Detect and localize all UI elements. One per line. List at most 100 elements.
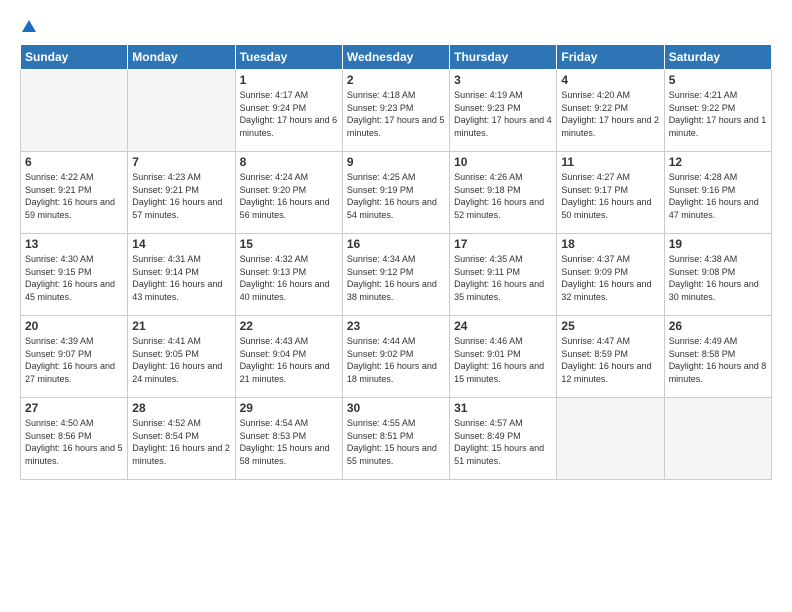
cell-info: Sunrise: 4:22 AM Sunset: 9:21 PM Dayligh… bbox=[25, 171, 123, 221]
calendar-cell: 21 Sunrise: 4:41 AM Sunset: 9:05 PM Dayli… bbox=[128, 316, 235, 398]
day-number: 6 bbox=[25, 155, 123, 169]
day-number: 18 bbox=[561, 237, 659, 251]
logo-icon bbox=[21, 18, 37, 34]
calendar-cell: 29Sunrise: 4:54 AM Sunset: 8:53 PM Dayli… bbox=[235, 398, 342, 480]
col-header-saturday: Saturday bbox=[664, 45, 771, 70]
calendar-table: SundayMondayTuesdayWednesdayThursdayFrid… bbox=[20, 44, 772, 480]
day-number: 19 bbox=[669, 237, 767, 251]
calendar-cell: 3 Sunrise: 4:19 AM Sunset: 9:23 PM Daylig… bbox=[450, 70, 557, 152]
cell-info: Sunrise: 4:30 AM Sunset: 9:15 PM Dayligh… bbox=[25, 253, 123, 303]
cell-info: Sunrise: 4:37 AM Sunset: 9:09 PM Dayligh… bbox=[561, 253, 659, 303]
day-number: 16 bbox=[347, 237, 445, 251]
day-number: 12 bbox=[669, 155, 767, 169]
calendar-cell: 11 Sunrise: 4:27 AM Sunset: 9:17 PM Dayli… bbox=[557, 152, 664, 234]
calendar-cell: 23Sunrise: 4:44 AM Sunset: 9:02 PM Dayli… bbox=[342, 316, 449, 398]
col-header-monday: Monday bbox=[128, 45, 235, 70]
day-number: 9 bbox=[347, 155, 445, 169]
cell-info: Sunrise: 4:57 AM Sunset: 8:49 PM Dayligh… bbox=[454, 417, 552, 467]
calendar-cell bbox=[557, 398, 664, 480]
day-number: 11 bbox=[561, 155, 659, 169]
cell-info: Sunrise: 4:27 AM Sunset: 9:17 PM Dayligh… bbox=[561, 171, 659, 221]
calendar-cell: 19 Sunrise: 4:38 AM Sunset: 9:08 PM Dayli… bbox=[664, 234, 771, 316]
day-number: 2 bbox=[347, 73, 445, 87]
day-number: 3 bbox=[454, 73, 552, 87]
calendar-cell: 5Sunrise: 4:21 AM Sunset: 9:22 PM Daylig… bbox=[664, 70, 771, 152]
cell-info: Sunrise: 4:24 AM Sunset: 9:20 PM Dayligh… bbox=[240, 171, 338, 221]
week-row-3: 13 Sunrise: 4:30 AM Sunset: 9:15 PM Dayli… bbox=[21, 234, 772, 316]
col-header-wednesday: Wednesday bbox=[342, 45, 449, 70]
col-header-tuesday: Tuesday bbox=[235, 45, 342, 70]
cell-info: Sunrise: 4:49 AM Sunset: 8:58 PM Dayligh… bbox=[669, 335, 767, 385]
cell-info: Sunrise: 4:50 AM Sunset: 8:56 PM Dayligh… bbox=[25, 417, 123, 467]
day-number: 21 bbox=[132, 319, 230, 333]
cell-info: Sunrise: 4:39 AM Sunset: 9:07 PM Dayligh… bbox=[25, 335, 123, 385]
cell-info: Sunrise: 4:32 AM Sunset: 9:13 PM Dayligh… bbox=[240, 253, 338, 303]
calendar-cell: 9 Sunrise: 4:25 AM Sunset: 9:19 PM Daylig… bbox=[342, 152, 449, 234]
day-number: 26 bbox=[669, 319, 767, 333]
calendar-cell bbox=[664, 398, 771, 480]
header bbox=[20, 18, 772, 34]
day-number: 22 bbox=[240, 319, 338, 333]
day-number: 1 bbox=[240, 73, 338, 87]
week-row-1: 1 Sunrise: 4:17 AM Sunset: 9:24 PM Daylig… bbox=[21, 70, 772, 152]
page: SundayMondayTuesdayWednesdayThursdayFrid… bbox=[0, 0, 792, 612]
calendar-cell: 2 Sunrise: 4:18 AM Sunset: 9:23 PM Daylig… bbox=[342, 70, 449, 152]
day-number: 13 bbox=[25, 237, 123, 251]
cell-info: Sunrise: 4:21 AM Sunset: 9:22 PM Dayligh… bbox=[669, 89, 767, 139]
day-number: 27 bbox=[25, 401, 123, 415]
cell-info: Sunrise: 4:23 AM Sunset: 9:21 PM Dayligh… bbox=[132, 171, 230, 221]
day-number: 7 bbox=[132, 155, 230, 169]
cell-info: Sunrise: 4:38 AM Sunset: 9:08 PM Dayligh… bbox=[669, 253, 767, 303]
calendar-cell: 14Sunrise: 4:31 AM Sunset: 9:14 PM Dayli… bbox=[128, 234, 235, 316]
cell-info: Sunrise: 4:44 AM Sunset: 9:02 PM Dayligh… bbox=[347, 335, 445, 385]
calendar-cell: 10 Sunrise: 4:26 AM Sunset: 9:18 PM Dayli… bbox=[450, 152, 557, 234]
calendar-cell: 20Sunrise: 4:39 AM Sunset: 9:07 PM Dayli… bbox=[21, 316, 128, 398]
cell-info: Sunrise: 4:20 AM Sunset: 9:22 PM Dayligh… bbox=[561, 89, 659, 139]
calendar-cell: 22 Sunrise: 4:43 AM Sunset: 9:04 PM Dayli… bbox=[235, 316, 342, 398]
week-row-4: 20Sunrise: 4:39 AM Sunset: 9:07 PM Dayli… bbox=[21, 316, 772, 398]
day-number: 24 bbox=[454, 319, 552, 333]
header-row: SundayMondayTuesdayWednesdayThursdayFrid… bbox=[21, 45, 772, 70]
cell-info: Sunrise: 4:47 AM Sunset: 8:59 PM Dayligh… bbox=[561, 335, 659, 385]
calendar-cell: 7 Sunrise: 4:23 AM Sunset: 9:21 PM Daylig… bbox=[128, 152, 235, 234]
col-header-sunday: Sunday bbox=[21, 45, 128, 70]
calendar-cell: 6 Sunrise: 4:22 AM Sunset: 9:21 PM Daylig… bbox=[21, 152, 128, 234]
calendar-cell: 17 Sunrise: 4:35 AM Sunset: 9:11 PM Dayli… bbox=[450, 234, 557, 316]
calendar-cell: 15 Sunrise: 4:32 AM Sunset: 9:13 PM Dayli… bbox=[235, 234, 342, 316]
calendar-cell: 26 Sunrise: 4:49 AM Sunset: 8:58 PM Dayli… bbox=[664, 316, 771, 398]
cell-info: Sunrise: 4:46 AM Sunset: 9:01 PM Dayligh… bbox=[454, 335, 552, 385]
day-number: 31 bbox=[454, 401, 552, 415]
cell-info: Sunrise: 4:28 AM Sunset: 9:16 PM Dayligh… bbox=[669, 171, 767, 221]
cell-info: Sunrise: 4:25 AM Sunset: 9:19 PM Dayligh… bbox=[347, 171, 445, 221]
day-number: 8 bbox=[240, 155, 338, 169]
col-header-friday: Friday bbox=[557, 45, 664, 70]
day-number: 4 bbox=[561, 73, 659, 87]
day-number: 15 bbox=[240, 237, 338, 251]
cell-info: Sunrise: 4:18 AM Sunset: 9:23 PM Dayligh… bbox=[347, 89, 445, 139]
cell-info: Sunrise: 4:54 AM Sunset: 8:53 PM Dayligh… bbox=[240, 417, 338, 467]
calendar-cell: 16 Sunrise: 4:34 AM Sunset: 9:12 PM Dayli… bbox=[342, 234, 449, 316]
logo bbox=[20, 18, 37, 34]
calendar-cell: 18 Sunrise: 4:37 AM Sunset: 9:09 PM Dayli… bbox=[557, 234, 664, 316]
cell-info: Sunrise: 4:52 AM Sunset: 8:54 PM Dayligh… bbox=[132, 417, 230, 467]
cell-info: Sunrise: 4:34 AM Sunset: 9:12 PM Dayligh… bbox=[347, 253, 445, 303]
cell-info: Sunrise: 4:17 AM Sunset: 9:24 PM Dayligh… bbox=[240, 89, 338, 139]
calendar-cell: 12 Sunrise: 4:28 AM Sunset: 9:16 PM Dayli… bbox=[664, 152, 771, 234]
cell-info: Sunrise: 4:26 AM Sunset: 9:18 PM Dayligh… bbox=[454, 171, 552, 221]
day-number: 17 bbox=[454, 237, 552, 251]
cell-info: Sunrise: 4:43 AM Sunset: 9:04 PM Dayligh… bbox=[240, 335, 338, 385]
cell-info: Sunrise: 4:19 AM Sunset: 9:23 PM Dayligh… bbox=[454, 89, 552, 139]
calendar-cell: 24 Sunrise: 4:46 AM Sunset: 9:01 PM Dayli… bbox=[450, 316, 557, 398]
day-number: 10 bbox=[454, 155, 552, 169]
week-row-2: 6 Sunrise: 4:22 AM Sunset: 9:21 PM Daylig… bbox=[21, 152, 772, 234]
calendar-cell: 4 Sunrise: 4:20 AM Sunset: 9:22 PM Daylig… bbox=[557, 70, 664, 152]
calendar-cell: 8 Sunrise: 4:24 AM Sunset: 9:20 PM Daylig… bbox=[235, 152, 342, 234]
cell-info: Sunrise: 4:41 AM Sunset: 9:05 PM Dayligh… bbox=[132, 335, 230, 385]
calendar-cell: 25 Sunrise: 4:47 AM Sunset: 8:59 PM Dayli… bbox=[557, 316, 664, 398]
day-number: 25 bbox=[561, 319, 659, 333]
calendar-cell: 1 Sunrise: 4:17 AM Sunset: 9:24 PM Daylig… bbox=[235, 70, 342, 152]
col-header-thursday: Thursday bbox=[450, 45, 557, 70]
calendar-cell: 28Sunrise: 4:52 AM Sunset: 8:54 PM Dayli… bbox=[128, 398, 235, 480]
cell-info: Sunrise: 4:55 AM Sunset: 8:51 PM Dayligh… bbox=[347, 417, 445, 467]
cell-info: Sunrise: 4:35 AM Sunset: 9:11 PM Dayligh… bbox=[454, 253, 552, 303]
